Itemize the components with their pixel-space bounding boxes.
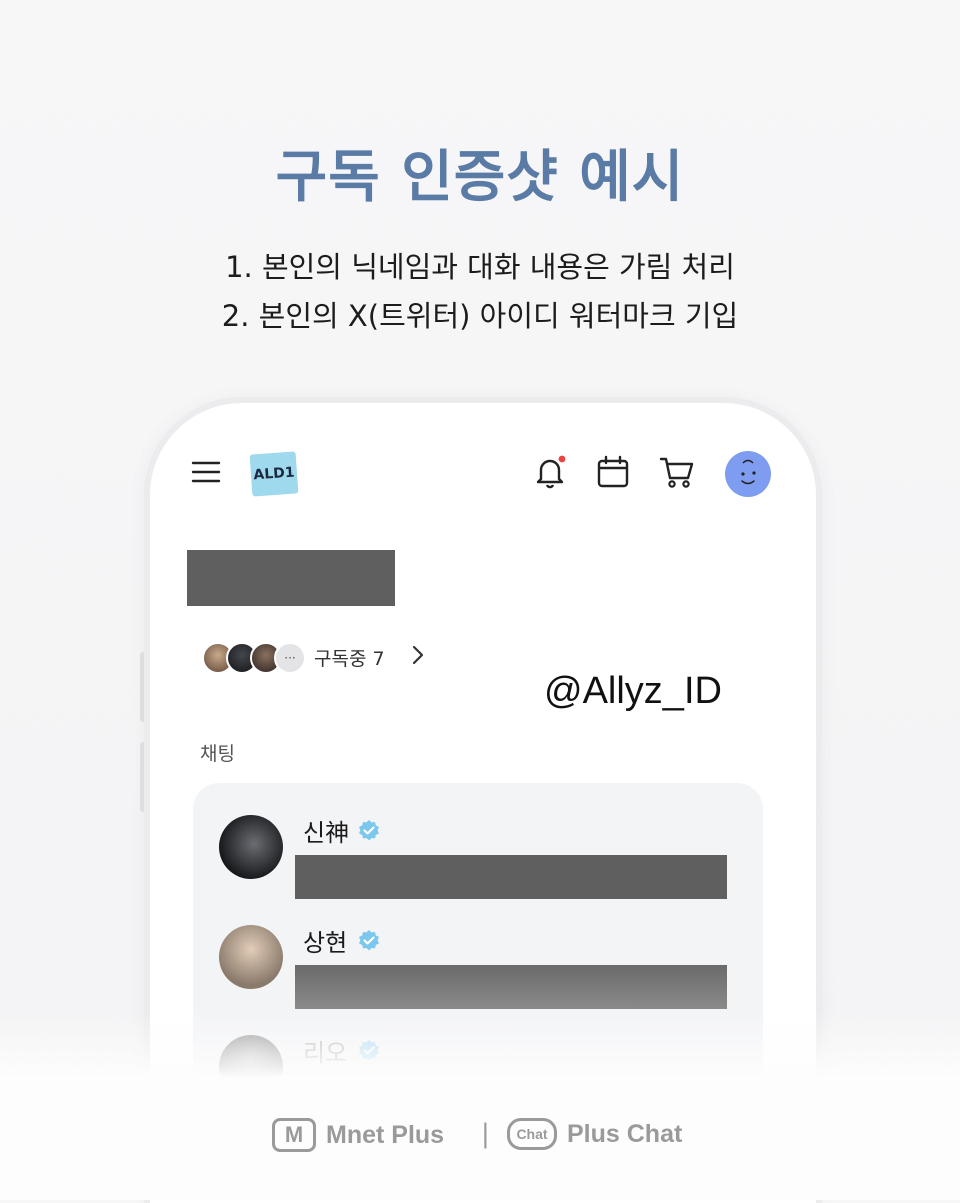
footer [0,1090,960,1200]
footer-separator: | [481,1119,490,1149]
artist-logo[interactable]: ALD1 [249,451,299,497]
cart-icon[interactable] [658,454,696,490]
artist-avatar [219,925,283,989]
instruction-2: 2. 본인의 X(트위터) 아이디 워터마크 기입 [221,299,739,333]
chevron-right-icon [412,645,424,665]
verified-badge-icon [359,820,379,841]
redacted-message [295,965,727,1009]
more-avatars-icon: ··· [274,642,306,674]
plus-chat-brand: Chat Plus Chat [507,1118,682,1150]
instruction-1: 1. 본인의 닉네임과 대화 내용은 가림 처리 [225,250,735,284]
plus-chat-logo-icon: Chat [507,1118,557,1150]
artist-name: 신神 [303,819,350,847]
phone-side-button [140,652,146,722]
logo-text: ALD1 [252,464,296,484]
plus-chat-logo-text: Chat [516,1126,548,1142]
subscription-row[interactable]: ··· 구독중 7 [202,640,502,674]
profile-avatar[interactable] [725,451,771,497]
mnet-plus-text: Mnet Plus [326,1120,445,1149]
chat-list-item[interactable]: 상현 [193,913,763,1013]
watermark-x-id: @Allyz_ID [544,670,722,712]
verified-badge-icon [359,930,379,951]
phone-side-button [140,742,146,812]
page-title: 구독 인증샷 예시 [275,145,685,210]
redacted-nickname [187,550,395,606]
artist-name: 상현 [303,929,348,957]
calendar-icon[interactable] [595,454,631,490]
redacted-message [295,855,727,899]
mnet-plus-brand: M Mnet Plus [272,1118,444,1152]
menu-icon[interactable] [189,455,223,489]
more-dots: ··· [284,651,296,665]
mnet-plus-logo-icon: M [272,1118,316,1152]
chat-section-label: 채팅 [200,743,235,765]
mnet-plus-logo-letter: M [284,1122,304,1147]
bottom-fade [0,1010,960,1090]
bell-icon[interactable] [532,454,568,490]
plus-chat-text: Plus Chat [567,1119,683,1148]
subscription-count: 구독중 7 [314,648,385,670]
artist-avatar [219,815,283,879]
chat-list-item[interactable]: 신神 [193,803,763,903]
